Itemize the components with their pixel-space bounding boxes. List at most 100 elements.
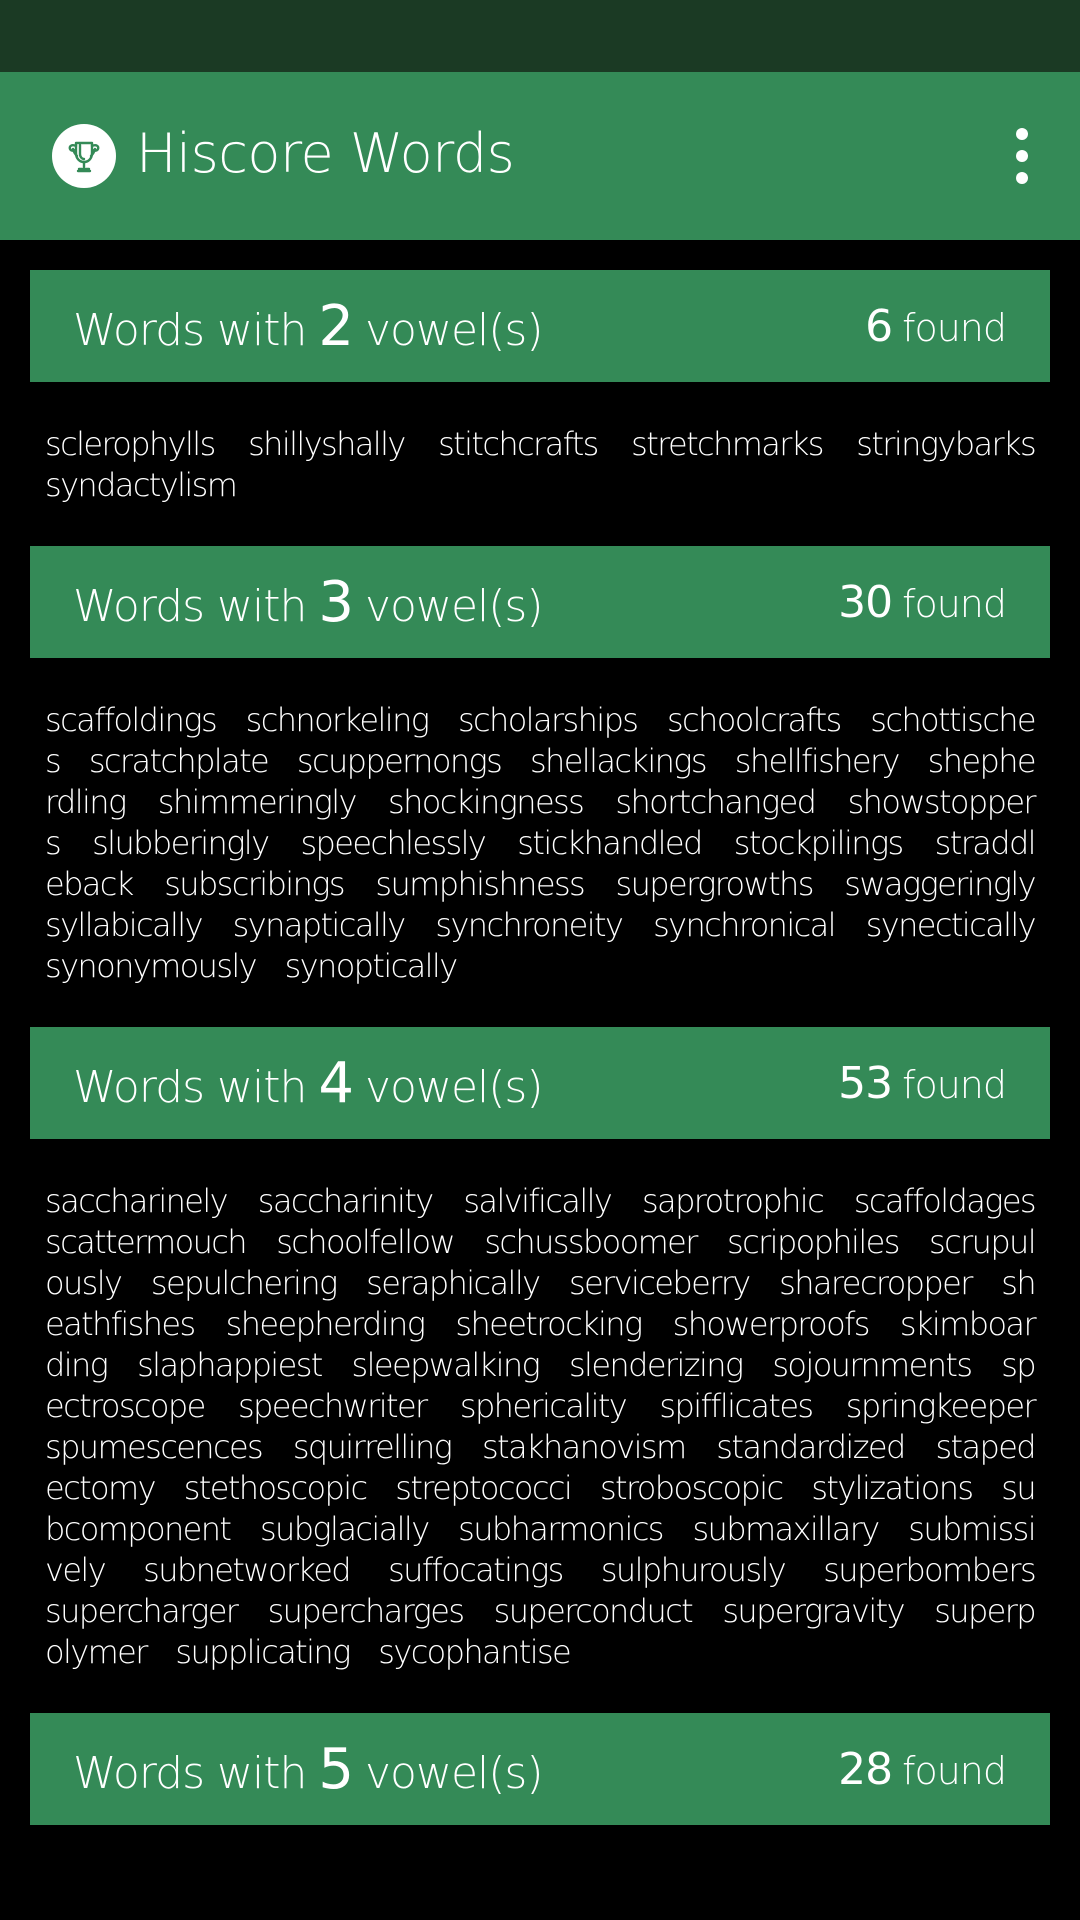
word-item[interactable]: salvifically <box>463 1182 612 1220</box>
word-item[interactable]: stethoscopic <box>184 1469 368 1507</box>
word-item[interactable]: serviceberry <box>569 1264 751 1302</box>
word-item[interactable]: syllabically <box>45 906 204 944</box>
word-item[interactable]: shockingness <box>388 783 585 821</box>
word-item[interactable]: sphericality <box>460 1387 628 1425</box>
word-item[interactable]: swaggeringly <box>844 865 1036 903</box>
word-sections: Words with 2 vowel(s) 6 found sclerophyl… <box>30 270 1050 1825</box>
word-item[interactable]: syndactylism <box>45 466 238 504</box>
word-item[interactable]: superconduct <box>494 1592 694 1630</box>
word-item[interactable]: scratchplate <box>89 742 270 780</box>
word-item[interactable]: stockpilings <box>734 824 904 862</box>
section-title: Words with 2 vowel(s) <box>73 294 543 359</box>
word-item[interactable]: schussboomer <box>484 1223 698 1261</box>
word-item[interactable]: schoolfellow <box>276 1223 455 1261</box>
word-item[interactable]: synaptically <box>233 906 407 944</box>
word-item[interactable]: stringybarks <box>856 425 1036 463</box>
word-item[interactable]: stroboscopic <box>600 1469 784 1507</box>
word-item[interactable]: spumescences <box>45 1428 264 1466</box>
vowel-section-5: Words with 5 vowel(s) 28 found <box>30 1713 1050 1825</box>
word-item[interactable]: stitchcrafts <box>438 425 599 463</box>
word-item[interactable]: saprotrophic <box>642 1182 825 1220</box>
word-item[interactable]: submaxillary <box>692 1510 880 1548</box>
word-item[interactable]: saccharinely <box>45 1182 229 1220</box>
word-item[interactable]: scuppernongs <box>297 742 503 780</box>
word-item[interactable]: slaphappiest <box>137 1346 323 1384</box>
word-item[interactable]: synoptically <box>285 947 459 985</box>
word-item[interactable]: supercharger <box>45 1592 239 1630</box>
word-item[interactable]: subharmonics <box>458 1510 664 1548</box>
word-item[interactable]: sclerophylls <box>45 425 216 463</box>
word-item[interactable]: sheepherding <box>226 1305 426 1343</box>
word-item[interactable]: seraphically <box>366 1264 541 1302</box>
section-header[interactable]: Words with 5 vowel(s) 28 found <box>30 1713 1050 1825</box>
found-label: found <box>902 1062 1007 1107</box>
word-item[interactable]: scaffoldings <box>45 701 218 739</box>
word-item[interactable]: shimmeringly <box>158 783 358 821</box>
word-item[interactable]: schnorkeling <box>246 701 430 739</box>
section-header[interactable]: Words with 2 vowel(s) 6 found <box>30 270 1050 382</box>
word-item[interactable]: supergravity <box>722 1592 905 1630</box>
word-item[interactable]: speechlessly <box>300 824 486 862</box>
word-list: saccharinely saccharinity salvifically s… <box>30 1139 1050 1713</box>
word-item[interactable]: speechwriter <box>238 1387 428 1425</box>
word-item[interactable]: springkeeper <box>846 1387 1037 1425</box>
word-item[interactable]: sepulchering <box>151 1264 338 1302</box>
word-item[interactable]: synchronical <box>653 906 836 944</box>
word-item[interactable]: sheetrocking <box>455 1305 643 1343</box>
menu-dot <box>1016 172 1028 184</box>
word-item[interactable]: scholarships <box>458 701 639 739</box>
word-item[interactable]: shellfishery <box>735 742 901 780</box>
word-item[interactable]: sharecropper <box>779 1264 973 1302</box>
vowel-count: 4 <box>318 1050 354 1116</box>
more-vert-icon[interactable] <box>1004 128 1040 184</box>
word-item[interactable]: slubberingly <box>92 824 270 862</box>
word-item[interactable]: synchroneity <box>435 906 624 944</box>
found-label: found <box>902 305 1007 350</box>
word-item[interactable]: sojournments <box>772 1346 973 1384</box>
section-header[interactable]: Words with 4 vowel(s) 53 found <box>30 1027 1050 1139</box>
word-item[interactable]: supplicating <box>175 1633 351 1671</box>
word-item[interactable]: suffocatings <box>388 1551 564 1589</box>
word-item[interactable]: synectically <box>866 906 1037 944</box>
word-item[interactable]: shillyshally <box>248 425 406 463</box>
word-item[interactable]: subglacially <box>260 1510 430 1548</box>
word-item[interactable]: supercharges <box>268 1592 465 1630</box>
found-label: found <box>902 581 1007 626</box>
word-item[interactable]: subnetworked <box>143 1551 351 1589</box>
word-item[interactable]: shortchanged <box>615 783 817 821</box>
word-item[interactable]: stakhanovism <box>482 1428 687 1466</box>
word-item[interactable]: sulphurously <box>601 1551 787 1589</box>
found-number: 28 <box>838 1743 893 1795</box>
word-item[interactable]: spifflicates <box>659 1387 814 1425</box>
word-item[interactable]: squirrelling <box>293 1428 453 1466</box>
section-header[interactable]: Words with 3 vowel(s) 30 found <box>30 546 1050 658</box>
section-title: Words with 4 vowel(s) <box>73 1051 543 1116</box>
word-item[interactable]: scaffoldages <box>854 1182 1037 1220</box>
word-item[interactable]: sycophantise <box>378 1633 571 1671</box>
word-item[interactable]: schoolcrafts <box>667 701 842 739</box>
word-item[interactable]: showerproofs <box>673 1305 871 1343</box>
word-item[interactable]: sleepwalking <box>352 1346 541 1384</box>
menu-dot <box>1016 128 1028 140</box>
word-item[interactable]: subscribings <box>164 865 345 903</box>
section-title-prefix: Words with <box>73 1747 307 1799</box>
word-item[interactable]: synonymously <box>45 947 258 985</box>
word-item[interactable]: streptococci <box>395 1469 572 1507</box>
found-label: found <box>902 1748 1007 1793</box>
word-item[interactable]: stickhandled <box>517 824 703 862</box>
word-item[interactable]: scripophiles <box>727 1223 900 1261</box>
word-item[interactable]: slenderizing <box>569 1346 744 1384</box>
vowel-section-3: Words with 3 vowel(s) 30 found scaffoldi… <box>30 546 1050 1027</box>
word-item[interactable]: supergrowths <box>616 865 815 903</box>
word-item[interactable]: stylizations <box>811 1469 974 1507</box>
word-item[interactable]: scattermouch <box>45 1223 248 1261</box>
found-number: 30 <box>838 576 893 628</box>
word-item[interactable]: stretchmarks <box>631 425 824 463</box>
vowel-count: 5 <box>318 1736 354 1802</box>
word-item[interactable]: sumphishness <box>375 865 585 903</box>
section-title-prefix: Words with <box>73 580 307 632</box>
word-item[interactable]: superbombers <box>823 1551 1036 1589</box>
word-item[interactable]: standardized <box>716 1428 906 1466</box>
word-item[interactable]: saccharinity <box>258 1182 434 1220</box>
word-item[interactable]: shellackings <box>530 742 708 780</box>
